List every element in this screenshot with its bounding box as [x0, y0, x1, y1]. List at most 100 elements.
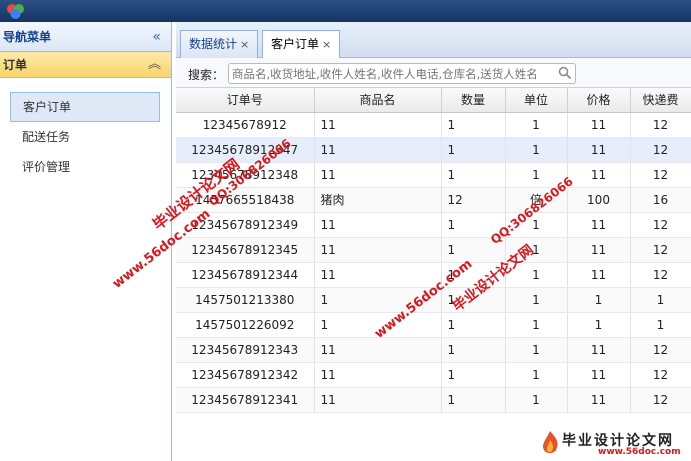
accordion-section-orders[interactable]: 订单 ︽ [0, 52, 171, 78]
cell-price: 11 [567, 237, 631, 263]
tab-customer-orders[interactable]: 客户订单 × [262, 30, 341, 59]
west-panel: 导航菜单 « 订单 ︽ 客户订单 配送任务 评价管理 [0, 22, 172, 461]
search-label: 搜索： [188, 68, 225, 82]
cell-shipping-fee: 16 [630, 187, 691, 213]
table-row[interactable]: 12345678912342 11 1 1 11 12 [176, 362, 691, 388]
cell-product-name: 11 [314, 387, 442, 413]
cell-order-no: 12345678912 [176, 112, 315, 138]
cell-shipping-fee: 12 [630, 237, 691, 263]
cell-unit: 倍 [505, 187, 568, 213]
cell-product-name: 11 [314, 112, 442, 138]
close-icon[interactable]: × [240, 38, 249, 51]
cell-quantity: 12 [441, 187, 506, 213]
cell-quantity: 1 [441, 362, 506, 388]
cell-product-name: 1 [314, 312, 442, 338]
cell-unit: 1 [505, 362, 568, 388]
search-icon[interactable] [558, 66, 572, 80]
app-logo-icon [7, 4, 24, 19]
cell-price: 11 [567, 162, 631, 188]
cell-order-no: 12345678912348 [176, 162, 315, 188]
cell-shipping-fee: 12 [630, 362, 691, 388]
cell-unit: 1 [505, 137, 568, 163]
cell-price: 11 [567, 362, 631, 388]
cell-quantity: 1 [441, 287, 506, 313]
table-row[interactable]: 12345678912341 11 1 1 11 12 [176, 387, 691, 413]
cell-unit: 1 [505, 112, 568, 138]
cell-price: 11 [567, 137, 631, 163]
cell-unit: 1 [505, 262, 568, 288]
cell-price: 11 [567, 212, 631, 238]
column-header-price[interactable]: 价格 [567, 88, 631, 113]
cell-price: 100 [567, 187, 631, 213]
cell-product-name: 11 [314, 137, 442, 163]
tab-strip: 数据统计 × 客户订单 × [176, 22, 691, 59]
cell-order-no: 12345678912349 [176, 212, 315, 238]
grid-header-row: 订单号 商品名 数量 单位 价格 快递费 [176, 88, 691, 113]
cell-order-no: 12345678912341 [176, 387, 315, 413]
cell-quantity: 1 [441, 237, 506, 263]
cell-product-name: 11 [314, 337, 442, 363]
table-row[interactable]: 1457501226092 1 1 1 1 1 [176, 312, 691, 338]
cell-unit: 1 [505, 162, 568, 188]
cell-quantity: 1 [441, 387, 506, 413]
cell-product-name: 11 [314, 237, 442, 263]
search-toolbar: 搜索： [176, 58, 691, 88]
brand-flame-icon [543, 431, 558, 453]
table-row[interactable]: 12345678912344 11 1 1 11 12 [176, 262, 691, 288]
column-header-product-name[interactable]: 商品名 [314, 88, 442, 113]
cell-quantity: 1 [441, 137, 506, 163]
cell-shipping-fee: 1 [630, 312, 691, 338]
cell-price: 11 [567, 387, 631, 413]
cell-price: 11 [567, 262, 631, 288]
cell-order-no: 1457665518438 [176, 187, 315, 213]
cell-quantity: 1 [441, 112, 506, 138]
tab-label: 客户订单 [271, 37, 320, 51]
collapse-up-icon[interactable]: ︽ [148, 52, 161, 78]
search-input[interactable] [228, 63, 576, 84]
collapse-left-icon[interactable]: « [152, 22, 161, 52]
table-row[interactable]: 12345678912 11 1 1 11 12 [176, 112, 691, 138]
cell-shipping-fee: 1 [630, 287, 691, 313]
table-row[interactable]: 12345678912347 11 1 1 11 12 [176, 137, 691, 163]
cell-unit: 1 [505, 337, 568, 363]
cell-product-name: 11 [314, 362, 442, 388]
orders-grid: 订单号 商品名 数量 单位 价格 快递费 12345678912 11 1 1 11 12… [176, 88, 691, 413]
cell-shipping-fee: 12 [630, 212, 691, 238]
table-row[interactable]: 12345678912349 11 1 1 11 12 [176, 212, 691, 238]
table-row[interactable]: 12345678912343 11 1 1 11 12 [176, 337, 691, 363]
cell-unit: 1 [505, 312, 568, 338]
tab-label: 数据统计 [189, 37, 238, 51]
cell-shipping-fee: 12 [630, 112, 691, 138]
cell-product-name: 猪肉 [314, 187, 442, 213]
menu-item-customer-orders[interactable]: 客户订单 [10, 92, 160, 122]
nav-menu-list: 客户订单 配送任务 评价管理 [0, 78, 171, 182]
menu-item-review-management[interactable]: 评价管理 [10, 152, 160, 182]
table-row[interactable]: 12345678912348 11 1 1 11 12 [176, 162, 691, 188]
cell-price: 1 [567, 312, 631, 338]
cell-order-no: 12345678912345 [176, 237, 315, 263]
column-header-order-no[interactable]: 订单号 [176, 88, 315, 113]
table-row[interactable]: 1457501213380 1 1 1 1 1 [176, 287, 691, 313]
column-header-unit[interactable]: 单位 [505, 88, 568, 113]
cell-price: 1 [567, 287, 631, 313]
table-row[interactable]: 1457665518438 猪肉 12 倍 100 16 [176, 187, 691, 213]
cell-product-name: 11 [314, 212, 442, 238]
cell-order-no: 1457501226092 [176, 312, 315, 338]
close-icon[interactable]: × [322, 38, 331, 51]
cell-shipping-fee: 12 [630, 262, 691, 288]
cell-quantity: 1 [441, 312, 506, 338]
column-header-shipping-fee[interactable]: 快递费 [630, 88, 691, 113]
cell-order-no: 12345678912343 [176, 337, 315, 363]
cell-quantity: 1 [441, 337, 506, 363]
cell-quantity: 1 [441, 212, 506, 238]
top-bar [0, 0, 691, 22]
cell-order-no: 12345678912344 [176, 262, 315, 288]
cell-unit: 1 [505, 212, 568, 238]
table-row[interactable]: 12345678912345 11 1 1 11 12 [176, 237, 691, 263]
column-header-quantity[interactable]: 数量 [441, 88, 506, 113]
menu-item-delivery-tasks[interactable]: 配送任务 [10, 122, 160, 152]
cell-order-no: 12345678912347 [176, 137, 315, 163]
cell-order-no: 12345678912342 [176, 362, 315, 388]
cell-shipping-fee: 12 [630, 387, 691, 413]
tab-data-statistics[interactable]: 数据统计 × [180, 30, 259, 58]
